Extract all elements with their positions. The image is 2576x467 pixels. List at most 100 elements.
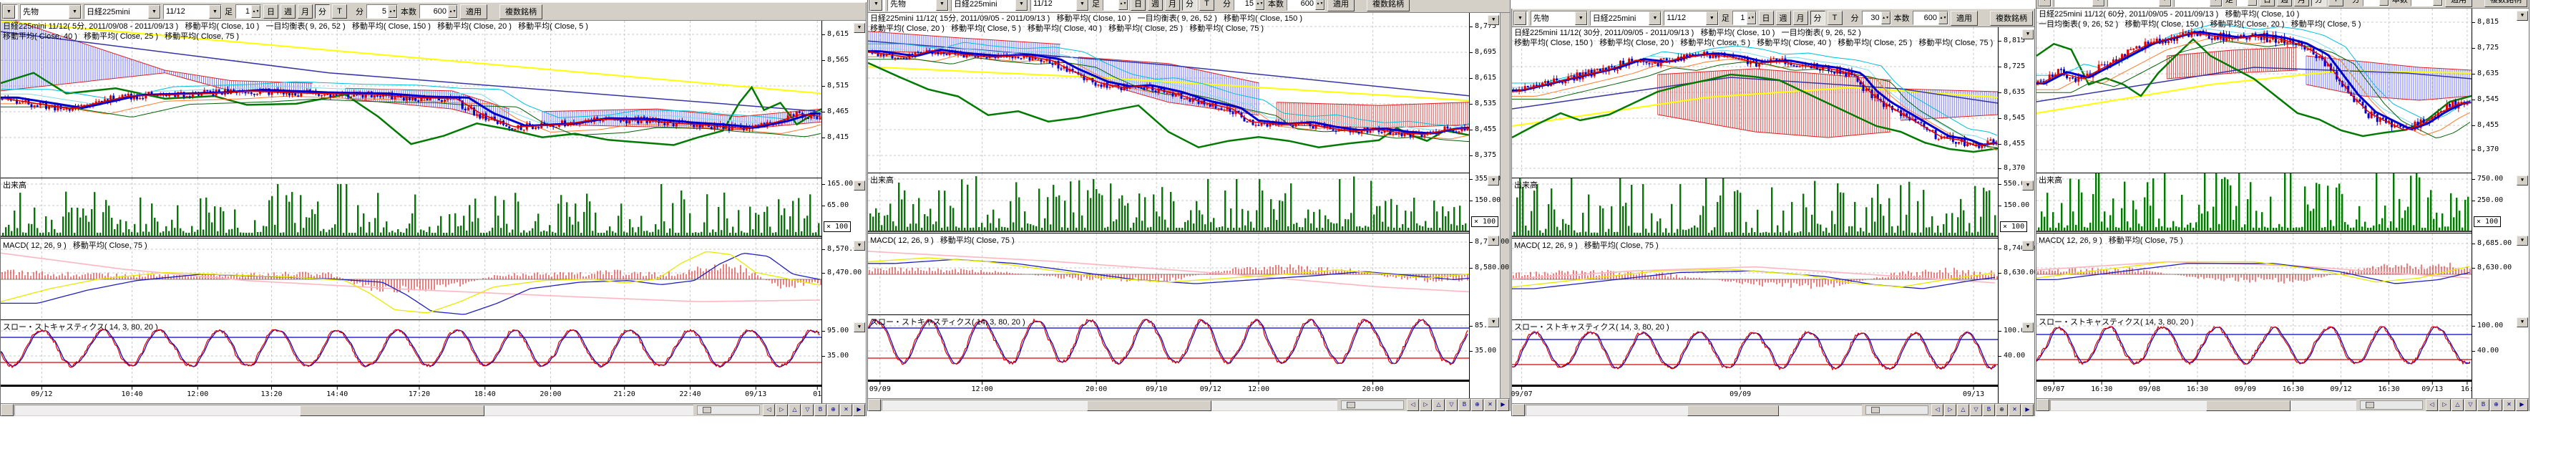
chart-tool-button[interactable]: ⊕ (2490, 399, 2502, 411)
daily-button[interactable]: 日 (1759, 11, 1774, 25)
apply-button[interactable]: 適用 (2445, 0, 2472, 7)
scroll-corner-button[interactable] (2036, 399, 2049, 411)
monthly-button[interactable]: 月 (298, 4, 313, 19)
window-select[interactable]: ▼ (2038, 0, 2051, 7)
spinner-arrows-icon[interactable]: ▲▼ (1881, 11, 1890, 24)
zoom-slider-thumb[interactable] (703, 407, 711, 413)
section-menu-button[interactable]: ▼ (2517, 236, 2528, 246)
monthly-button[interactable]: 月 (2294, 0, 2309, 6)
contract-month-select[interactable]: ▼ (2174, 0, 2223, 7)
bar-interval-spinner[interactable]: 1▲▼ (1732, 11, 1757, 25)
chart-tool-button[interactable]: ◁ (763, 404, 775, 416)
symbol-select[interactable]: 日経225mini▼ (1590, 11, 1662, 26)
scrollbar-thumb[interactable] (2206, 400, 2290, 411)
chart-tool-button[interactable]: ⊕ (1996, 404, 2008, 416)
apply-button[interactable]: 適用 (460, 4, 487, 19)
vertical-scrollbar[interactable] (1500, 13, 1510, 398)
horizontal-scrollbar[interactable] (1526, 405, 1862, 415)
section-menu-button[interactable]: ▼ (2517, 317, 2528, 327)
horizontal-scrollbar[interactable] (2050, 400, 2356, 410)
symbol-select[interactable]: 日経225mini▼ (84, 4, 161, 19)
apply-button[interactable]: 適用 (1951, 11, 1978, 26)
vol-chart-canvas[interactable] (1512, 178, 1998, 238)
minute-value-spinner[interactable]: 30▲▼ (1862, 11, 1891, 25)
minute-value-spinner[interactable]: ▲▼ (2363, 0, 2389, 6)
category-select[interactable]: ▼ (2054, 0, 2105, 7)
main-chart-canvas[interactable] (2036, 9, 2472, 173)
spinner-arrows-icon[interactable]: ▲▼ (388, 5, 397, 18)
chart-tool-button[interactable]: ▶ (2516, 399, 2528, 411)
chart-tool-button[interactable]: B (2477, 399, 2489, 411)
minute-button[interactable]: 分 (1182, 0, 1197, 11)
multi-symbol-button[interactable]: 複数銘柄 (499, 4, 542, 19)
chart-tool-button[interactable]: △ (2451, 399, 2464, 411)
multi-symbol-button[interactable]: 複数銘柄 (1990, 11, 2033, 26)
section-menu-button[interactable]: ▼ (854, 180, 865, 191)
chart-tool-button[interactable]: ✕ (2503, 399, 2515, 411)
chart-tool-button[interactable]: ⊕ (827, 404, 839, 416)
tick-button[interactable]: T (1199, 0, 1214, 11)
chart-tool-button[interactable]: ⊕ (1471, 399, 1483, 411)
zoom-slider-thumb[interactable] (2366, 402, 2374, 408)
section-menu-button[interactable]: ▼ (1488, 317, 1499, 327)
daily-button[interactable]: 日 (1131, 0, 1146, 11)
apply-button[interactable]: 適用 (1327, 0, 1355, 11)
window-select[interactable]: ▼ (1513, 11, 1528, 26)
category-select[interactable]: 先物▼ (887, 0, 949, 11)
bar-count-spinner[interactable]: 600▲▼ (419, 4, 458, 19)
scroll-corner-button[interactable] (868, 399, 881, 411)
monthly-button[interactable]: 月 (1165, 0, 1180, 11)
section-menu-button[interactable]: ▼ (2517, 11, 2528, 21)
zoom-slider[interactable] (1341, 400, 1404, 410)
contract-month-select[interactable]: 11/12▼ (1030, 0, 1089, 11)
chart-tool-button[interactable]: ✕ (1484, 399, 1496, 411)
weekly-button[interactable]: 週 (1776, 11, 1791, 25)
minute-button[interactable]: 分 (1810, 11, 1825, 25)
vol-chart-canvas[interactable] (2036, 173, 2472, 233)
scrollbar-thumb[interactable] (300, 405, 484, 416)
chart-tool-button[interactable]: ✕ (840, 404, 852, 416)
spinner-arrows-icon[interactable]: ▲▼ (1118, 0, 1128, 10)
minute-button[interactable]: 分 (2311, 0, 2326, 6)
section-menu-button[interactable]: ▼ (2022, 322, 2034, 332)
section-menu-button[interactable]: ▼ (854, 241, 865, 251)
chart-tool-button[interactable]: ▶ (2021, 404, 2034, 416)
section-menu-button[interactable]: ▼ (854, 23, 865, 33)
horizontal-scrollbar[interactable] (882, 400, 1337, 410)
category-select[interactable]: 先物▼ (20, 4, 82, 19)
chart-tool-button[interactable]: ◁ (1931, 404, 1943, 416)
bar-count-spinner[interactable]: 600▲▼ (1913, 11, 1948, 25)
chart-tool-button[interactable]: ▷ (776, 404, 788, 416)
chart-tool-button[interactable]: ▶ (853, 404, 865, 416)
weekly-button[interactable]: 週 (2277, 0, 2292, 6)
section-menu-button[interactable]: ▼ (2022, 29, 2034, 39)
window-select[interactable]: ▼ (869, 0, 885, 11)
vol-chart-canvas[interactable] (868, 173, 1469, 233)
symbol-select[interactable]: ▼ (2107, 0, 2172, 7)
spinner-arrows-icon[interactable]: ▲▼ (1255, 0, 1264, 10)
chart-tool-button[interactable]: B (1458, 399, 1470, 411)
main-chart-canvas[interactable] (1512, 27, 1998, 178)
chart-tool-button[interactable]: ▷ (2439, 399, 2451, 411)
spinner-arrows-icon[interactable]: ▲▼ (2379, 0, 2389, 6)
section-menu-button[interactable]: ▼ (2022, 241, 2034, 251)
vol-chart-canvas[interactable] (1, 178, 821, 238)
contract-month-select[interactable]: 11/12▼ (163, 4, 222, 19)
tick-button[interactable]: T (1828, 11, 1843, 25)
window-select[interactable]: ▼ (2, 4, 18, 19)
spinner-arrows-icon[interactable]: ▲▼ (1747, 11, 1756, 24)
bar-interval-spinner[interactable]: ▲▼ (1103, 0, 1128, 11)
scrollbar-thumb[interactable] (1087, 400, 1211, 411)
symbol-select[interactable]: 日経225mini▼ (951, 0, 1028, 11)
spinner-arrows-icon[interactable]: ▲▼ (2248, 0, 2257, 6)
scroll-corner-button[interactable] (1, 404, 14, 416)
weekly-button[interactable]: 週 (280, 4, 296, 19)
category-select[interactable]: 先物▼ (1531, 11, 1588, 26)
main-chart-canvas[interactable] (868, 13, 1469, 173)
weekly-button[interactable]: 週 (1148, 0, 1163, 11)
chart-tool-button[interactable]: ▽ (1970, 404, 1982, 416)
bar-interval-spinner[interactable]: 1▲▼ (235, 4, 261, 19)
spinner-arrows-icon[interactable]: ▲▼ (1938, 11, 1948, 24)
chart-tool-button[interactable]: B (814, 404, 826, 416)
scrollbar-thumb[interactable] (1687, 405, 1780, 416)
